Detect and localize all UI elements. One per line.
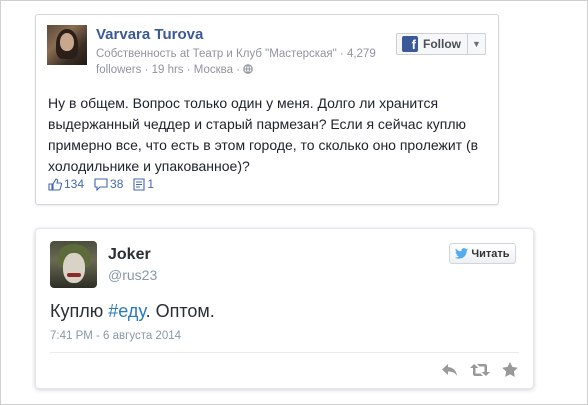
comments-count[interactable]: 38 — [94, 177, 123, 191]
reply-icon[interactable] — [441, 363, 458, 377]
globe-icon — [243, 64, 254, 74]
follow-button[interactable]: f Follow ▼ — [396, 33, 486, 55]
display-name[interactable]: Joker — [108, 246, 151, 264]
retweet-icon[interactable] — [470, 363, 490, 377]
author-avatar[interactable] — [47, 25, 87, 65]
shares-count[interactable]: 1 — [133, 177, 154, 191]
divider — [50, 352, 519, 353]
facebook-logo-icon: f — [402, 36, 418, 52]
tweet-text-after: . Оптом. — [145, 301, 215, 321]
shares-value: 1 — [147, 177, 155, 191]
meta-line1-rest[interactable]: Театр и Клуб "Мастерская" · 4,279 — [189, 48, 376, 60]
tweet-card: Joker @rus23 Читать Куплю #еду. Оптом. 7… — [35, 228, 534, 389]
comments-value: 38 — [110, 177, 124, 191]
meta-at: at — [179, 48, 190, 60]
follow-label: Читать — [471, 247, 510, 260]
comment-icon — [94, 177, 108, 191]
share-icon — [133, 177, 145, 191]
post-text: Ну в общем. Вопрос только один у меня. Д… — [48, 95, 479, 174]
tweet-timestamp[interactable]: 7:41 PM - 6 августа 2014 — [50, 330, 181, 342]
likes-value: 134 — [64, 177, 85, 191]
follow-label: Follow — [423, 37, 461, 51]
likes-count[interactable]: 134 — [48, 177, 84, 191]
follow-button[interactable]: Читать — [449, 243, 516, 264]
tweet-actions — [441, 362, 518, 377]
hashtag-link[interactable]: #еду — [108, 301, 145, 321]
post-meta: Собственность at Театр и Клуб "Мастерска… — [96, 46, 396, 78]
avatar[interactable] — [50, 241, 97, 288]
meta-line1-pre: Собственность — [96, 48, 180, 60]
twitter-bird-icon — [455, 248, 469, 259]
meta-line2: followers · 19 hrs · Москва · — [96, 64, 244, 76]
thumbs-up-icon — [48, 177, 62, 191]
tweet-text: Куплю #еду. Оптом. — [50, 301, 215, 322]
post-stats: 134 38 1 — [48, 177, 154, 191]
tweet-text-before: Куплю — [50, 301, 109, 321]
facebook-post-card: Varvara Turova Собственность at Театр и … — [35, 14, 499, 205]
user-handle[interactable]: @rus23 — [108, 267, 157, 283]
author-name[interactable]: Varvara Turova — [96, 26, 203, 43]
chevron-down-icon[interactable]: ▼ — [467, 34, 485, 54]
star-icon[interactable] — [502, 362, 518, 377]
